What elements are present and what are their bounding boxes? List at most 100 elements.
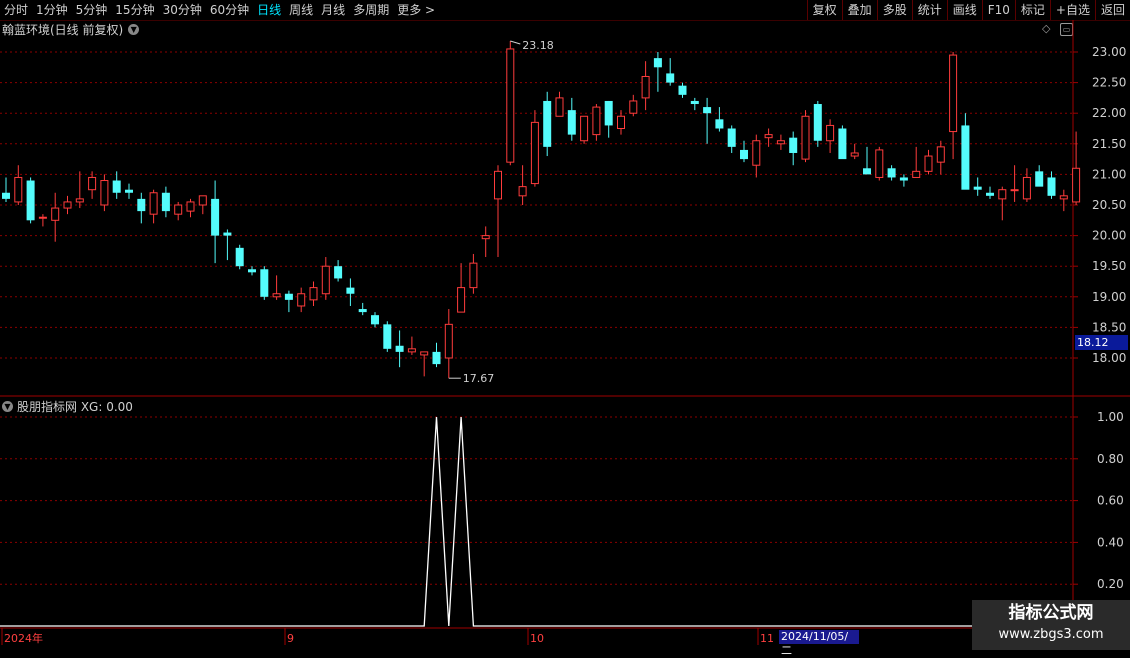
candle-body-up (198, 195, 207, 206)
candle-body-up (949, 54, 958, 133)
candle-body-up (1010, 189, 1019, 192)
xg-signal-line (0, 416, 1073, 627)
candle-body-down (211, 198, 220, 236)
candle-body-up (629, 100, 638, 114)
candle-body-down (727, 128, 736, 147)
watermark-line2: www.zbgs3.com (998, 627, 1104, 642)
candle-body-up (801, 115, 810, 160)
candle-body-up (518, 186, 527, 197)
candle-body-up (936, 146, 945, 163)
candle-body-down (334, 266, 343, 279)
candle-body-up (174, 204, 183, 215)
candle-body-down (1035, 171, 1044, 187)
price-tick-label: 19.50 (1092, 259, 1126, 273)
price-tick-label: 19.00 (1092, 290, 1126, 304)
candle-body-up (530, 121, 539, 185)
price-tick-label: 18.00 (1092, 351, 1126, 365)
indicator-tick-label: 0.80 (1097, 452, 1124, 466)
candle-body-up (776, 140, 785, 145)
price-tick-label: 23.00 (1092, 45, 1126, 59)
candle-body-down (1047, 177, 1056, 196)
price-tick-label: 20.00 (1092, 229, 1126, 243)
candle-body-up (321, 265, 330, 295)
candle-body-down (690, 100, 699, 105)
candle-body-up (764, 134, 773, 139)
candle-body-up (555, 97, 564, 117)
candle-body-down (899, 177, 908, 181)
high-annotation: 23.18 (522, 39, 554, 52)
candle-body-up (149, 192, 158, 215)
candle-body-down (678, 85, 687, 95)
candle-body-down (789, 137, 798, 153)
candle-body-up (407, 348, 416, 353)
candle-body-up (309, 287, 318, 301)
price-tick-label: 20.50 (1092, 198, 1126, 212)
time-label: 9 (287, 632, 294, 645)
candle-body-down (703, 107, 712, 114)
candle-body-up (272, 293, 281, 298)
candle-body-up (641, 75, 650, 99)
candle-body-down (248, 269, 256, 273)
candle-body-down (26, 180, 35, 221)
candle-body-down (137, 198, 146, 212)
candle-body-up (998, 189, 1007, 200)
high-marker-line (510, 40, 521, 45)
price-tick-label: 22.50 (1092, 76, 1126, 90)
candle-body-down (887, 168, 896, 178)
candle-body-up (63, 201, 72, 209)
candle-body-down (543, 100, 552, 147)
watermark: 指标公式网 www.zbgs3.com (972, 600, 1130, 650)
candle-body-up (186, 201, 195, 212)
candle-body-up (580, 115, 589, 142)
price-tick-label: 18.50 (1092, 320, 1126, 334)
candle-body-down (604, 100, 613, 126)
candle-body-down (235, 247, 244, 267)
candle-body-up (875, 149, 884, 178)
candle-body-up (38, 216, 47, 219)
candle-body-up (14, 176, 23, 203)
candle-body-down (986, 192, 994, 196)
candle-body-down (432, 351, 441, 365)
candle-body-up (912, 170, 921, 178)
indicator-tick-label: 1.00 (1097, 410, 1124, 424)
candle-body-down (715, 119, 724, 129)
indicator-tick-label: 0.40 (1097, 535, 1124, 549)
indicator-tick-label: 0.20 (1097, 577, 1124, 591)
candle-body-up (617, 115, 625, 130)
candle-body-down (358, 309, 367, 313)
candle-body-up (826, 124, 835, 142)
candle-body-up (592, 106, 601, 136)
price-tick-label: 21.00 (1092, 167, 1126, 181)
candle-body-down (653, 58, 662, 68)
candle-body-up (51, 207, 60, 221)
candle-body-up (88, 176, 97, 191)
candle-body-down (740, 149, 748, 160)
time-label: 10 (530, 632, 544, 645)
candle-body-up (850, 152, 859, 157)
candle-body-down (346, 287, 355, 294)
candle-body-down (260, 269, 269, 297)
candle-body-down (2, 192, 10, 199)
candle-body-down (284, 293, 293, 300)
candle-body-down (125, 189, 133, 193)
candle-body-down (961, 125, 970, 190)
watermark-line1: 指标公式网 (1008, 603, 1094, 623)
candle-body-up (100, 180, 109, 206)
current-price-tag: 18.12 (1075, 335, 1128, 350)
selected-date-tag: 2024/11/05/二 (779, 630, 859, 657)
candle-body-down (666, 73, 675, 83)
candle-body-down (371, 315, 379, 325)
kline-chart[interactable]: 23.00 22.50 22.00 21.50 21.00 20.50 20.00 19.50… (0, 0, 1130, 650)
candle-body-up (469, 262, 478, 289)
candle-body-down (112, 180, 121, 193)
candle-body-down (813, 104, 822, 141)
candle-body-up (1059, 195, 1068, 200)
candle-body-up (1022, 176, 1031, 200)
candle-body-down (838, 128, 847, 160)
candle-body-down (223, 232, 232, 236)
price-tick-label: 22.00 (1092, 106, 1126, 120)
time-label: 2024年 (4, 631, 43, 645)
candle-body-down (395, 345, 404, 352)
candle-body-up (1072, 167, 1081, 203)
candle-body-up (506, 48, 515, 163)
